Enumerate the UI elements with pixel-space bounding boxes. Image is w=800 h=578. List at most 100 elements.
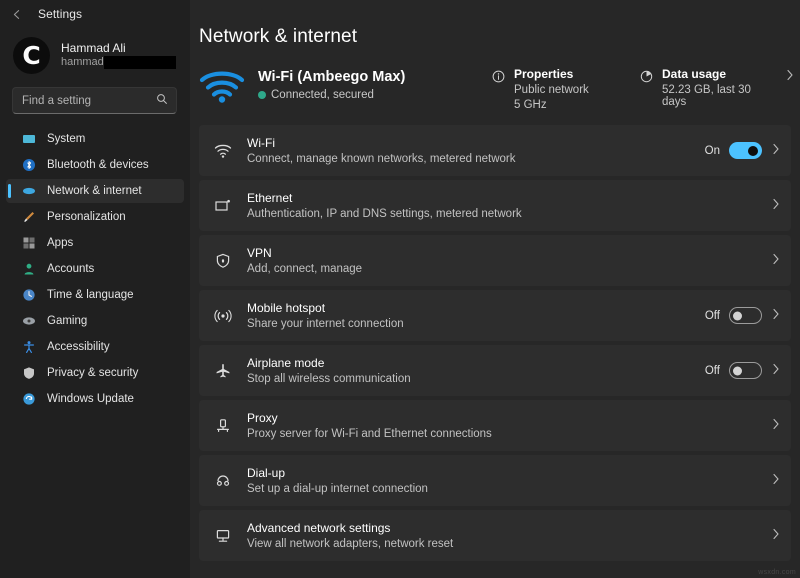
app-title: Settings <box>38 7 82 21</box>
row-title: Advanced network settings <box>247 521 453 535</box>
profile-email-redaction <box>104 56 176 69</box>
row-subtitle: Share your internet connection <box>247 318 404 330</box>
back-arrow-icon[interactable] <box>10 7 24 21</box>
avatar: C <box>13 37 50 74</box>
row-texts: Dial-up Set up a dial-up internet connec… <box>247 466 428 495</box>
properties-title: Properties <box>514 67 589 81</box>
sidebar-item-label: Apps <box>47 237 73 249</box>
row-texts: Wi-Fi Connect, manage known networks, me… <box>247 136 515 165</box>
wifi-toggle[interactable] <box>729 142 762 159</box>
page-title: Network & internet <box>196 26 794 48</box>
row-title: Airplane mode <box>247 356 411 370</box>
person-icon <box>21 262 36 277</box>
proxy-server-icon <box>213 416 233 436</box>
row-controls: Off <box>705 362 780 379</box>
row-ethernet[interactable]: Ethernet Authentication, IP and DNS sett… <box>199 180 791 231</box>
bluetooth-icon <box>21 158 36 173</box>
gamepad-icon <box>21 314 36 329</box>
sidebar-item-bluetooth-devices[interactable]: Bluetooth & devices <box>6 153 184 177</box>
sidebar-item-label: Bluetooth & devices <box>47 159 149 171</box>
row-mobile-hotspot[interactable]: Mobile hotspot Share your internet conne… <box>199 290 791 341</box>
sidebar-item-accounts[interactable]: Accounts <box>6 257 184 281</box>
wifi-large-icon <box>199 69 245 103</box>
row-texts: Advanced network settings View all netwo… <box>247 521 453 550</box>
row-wifi[interactable]: Wi-Fi Connect, manage known networks, me… <box>199 125 791 176</box>
advanced-network-icon <box>213 526 233 546</box>
toggle-state-label: On <box>705 145 720 157</box>
sidebar-item-system[interactable]: System <box>6 127 184 151</box>
row-title: Proxy <box>247 411 492 425</box>
sidebar-item-label: Windows Update <box>47 393 134 405</box>
dialup-modem-icon <box>213 471 233 491</box>
settings-rows: Wi-Fi Connect, manage known networks, me… <box>196 125 794 561</box>
chevron-right-icon[interactable] <box>786 69 794 111</box>
chevron-right-icon[interactable] <box>771 363 780 378</box>
airplane-icon <box>213 361 233 381</box>
search-input[interactable] <box>22 95 167 107</box>
search-icon <box>156 92 168 110</box>
data-usage-card[interactable]: Data usage 52.23 GB, last 30 days <box>639 67 794 111</box>
paintbrush-icon <box>21 210 36 225</box>
toggle-state-label: Off <box>705 365 720 377</box>
toggle-knob <box>733 366 742 375</box>
row-airplane-mode[interactable]: Airplane mode Stop all wireless communic… <box>199 345 791 396</box>
search-box[interactable] <box>12 87 177 114</box>
row-texts: Mobile hotspot Share your internet conne… <box>247 301 404 330</box>
row-title: VPN <box>247 246 362 260</box>
watermark: wsxdn.com <box>758 569 796 576</box>
user-profile[interactable]: C Hammad Ali hammad <box>0 28 190 76</box>
sidebar-item-privacy-security[interactable]: Privacy & security <box>6 361 184 385</box>
mobile-hotspot-toggle[interactable] <box>729 307 762 324</box>
accessibility-icon <box>21 340 36 355</box>
wifi-icon <box>21 184 36 199</box>
sidebar-item-label: Accounts <box>47 263 94 275</box>
chevron-right-icon[interactable] <box>771 253 780 268</box>
sidebar-item-label: Time & language <box>47 289 134 301</box>
connection-status-label: Connected, secured <box>271 89 374 101</box>
main-content: Network & internet Wi-Fi (Ambeego Max) <box>190 0 800 578</box>
sidebar-item-label: System <box>47 133 85 145</box>
row-controls <box>771 198 780 213</box>
connection-texts: Wi-Fi (Ambeego Max) Connected, secured <box>258 69 405 101</box>
sidebar-item-label: Gaming <box>47 315 87 327</box>
data-usage-title: Data usage <box>662 67 778 81</box>
chevron-right-icon[interactable] <box>771 143 780 158</box>
row-title: Wi-Fi <box>247 136 515 150</box>
row-advanced-network-settings[interactable]: Advanced network settings View all netwo… <box>199 510 791 561</box>
row-subtitle: View all network adapters, network reset <box>247 538 453 550</box>
data-usage-amount: 52.23 GB, last 30 days <box>662 84 778 108</box>
apps-grid-icon <box>21 236 36 251</box>
row-dial-up[interactable]: Dial-up Set up a dial-up internet connec… <box>199 455 791 506</box>
row-subtitle: Proxy server for Wi-Fi and Ethernet conn… <box>247 428 492 440</box>
chevron-right-icon[interactable] <box>771 198 780 213</box>
hotspot-broadcast-icon <box>213 306 233 326</box>
shield-icon <box>21 366 36 381</box>
sidebar-nav: System Bluetooth & devices Network <box>0 127 190 411</box>
info-circle-icon <box>491 69 506 84</box>
title-bar: Settings <box>0 0 190 28</box>
sidebar-item-windows-update[interactable]: Windows Update <box>6 387 184 411</box>
row-texts: VPN Add, connect, manage <box>247 246 362 275</box>
row-controls <box>771 528 780 543</box>
airplane-mode-toggle[interactable] <box>729 362 762 379</box>
chevron-right-icon[interactable] <box>771 418 780 433</box>
sidebar-item-apps[interactable]: Apps <box>6 231 184 255</box>
properties-card[interactable]: Properties Public network 5 GHz <box>491 67 639 111</box>
wifi-icon <box>213 141 233 161</box>
display-icon <box>21 132 36 147</box>
connection-summary: Wi-Fi (Ambeego Max) Connected, secured <box>196 67 794 111</box>
sidebar-item-network-internet[interactable]: Network & internet <box>6 179 184 203</box>
row-proxy[interactable]: Proxy Proxy server for Wi-Fi and Etherne… <box>199 400 791 451</box>
sidebar-item-gaming[interactable]: Gaming <box>6 309 184 333</box>
chevron-right-icon[interactable] <box>771 473 780 488</box>
ethernet-monitor-icon <box>213 196 233 216</box>
sidebar-item-time-language[interactable]: Time & language <box>6 283 184 307</box>
row-subtitle: Stop all wireless communication <box>247 373 411 385</box>
sidebar-item-personalization[interactable]: Personalization <box>6 205 184 229</box>
row-vpn[interactable]: VPN Add, connect, manage <box>199 235 791 286</box>
avatar-initial: C <box>22 43 40 68</box>
chevron-right-icon[interactable] <box>771 308 780 323</box>
row-texts: Proxy Proxy server for Wi-Fi and Etherne… <box>247 411 492 440</box>
sidebar-item-accessibility[interactable]: Accessibility <box>6 335 184 359</box>
chevron-right-icon[interactable] <box>771 528 780 543</box>
